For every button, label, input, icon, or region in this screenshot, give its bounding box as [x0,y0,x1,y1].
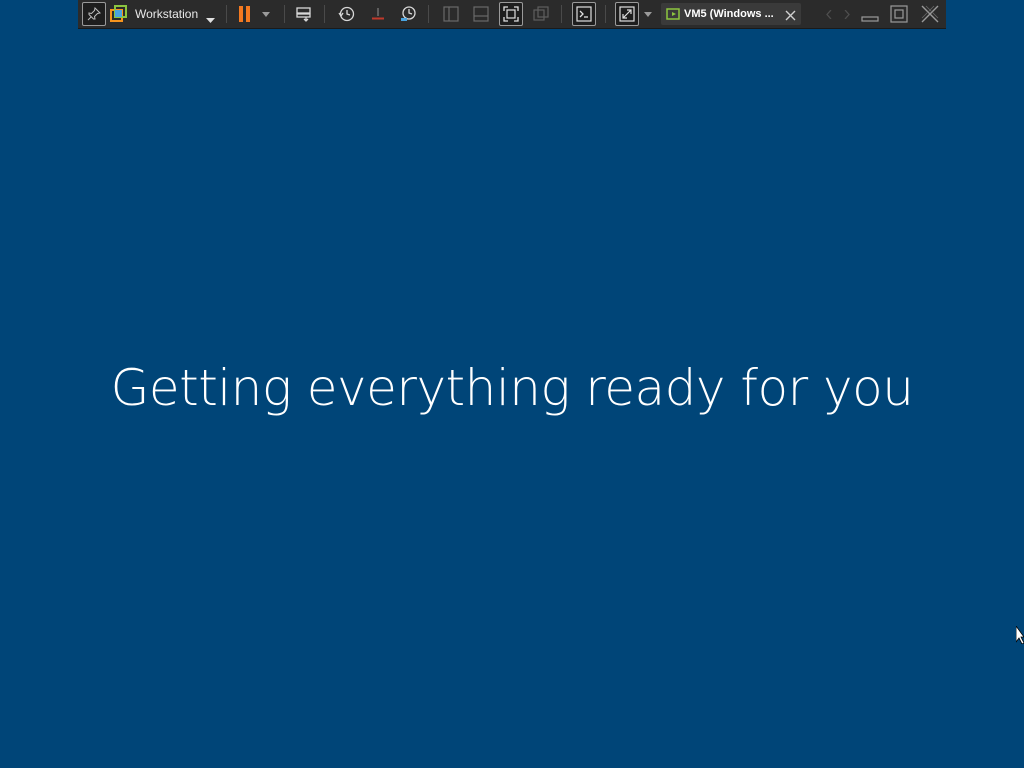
stretch-options-dropdown[interactable] [640,2,656,26]
stretch-guest-button[interactable] [615,2,639,26]
show-thumbnail-bar-icon [472,5,490,23]
send-ctrl-alt-del-icon [295,5,313,23]
unity-button[interactable] [529,2,553,26]
mouse-cursor [1015,624,1024,645]
toolbar-separator [226,5,227,23]
pin-toolbar-button[interactable] [82,2,106,26]
chevron-down-icon [206,11,215,29]
vm-guest-screen: Workstation VM5 (Windows ... Getting eve… [0,0,1024,768]
full-screen-icon [503,6,519,22]
vm-tab[interactable]: VM5 (Windows ... [661,3,801,25]
chevron-down-icon [644,11,652,17]
console-view-icon [576,6,592,22]
vmware-fullscreen-toolbar: Workstation VM5 (Windows ... [78,0,946,29]
snapshot-revert-icon [369,5,387,23]
toolbar-separator [605,5,606,23]
revert-snapshot-button[interactable] [366,2,390,26]
snapshot-manager-icon [399,5,417,23]
send-ctrl-alt-del-button[interactable] [292,2,316,26]
restore-icon [890,5,908,23]
previous-tab-icon [826,9,832,19]
vm-tab-label: VM5 (Windows ... [684,8,774,20]
close-window-button[interactable] [918,2,942,26]
workstation-label: Workstation [135,7,199,21]
close-tab-icon[interactable] [785,8,796,26]
toolbar-separator [428,5,429,23]
chevron-down-icon [262,11,270,17]
toolbar-separator [324,5,325,23]
show-library-icon [442,5,460,23]
full-screen-button[interactable] [499,2,523,26]
minimize-icon [861,5,879,23]
show-thumbnail-bar-button[interactable] [469,2,493,26]
setup-status-text: Getting everything ready for you [110,359,914,417]
snapshot-take-icon [338,5,356,23]
toolbar-separator [284,5,285,23]
vm-icon [666,7,681,26]
pause-button[interactable] [233,2,257,26]
workstation-logo-icon [110,5,128,28]
pin-icon [87,7,101,21]
take-snapshot-button[interactable] [335,2,359,26]
unity-icon [532,5,550,23]
toolbar-separator [561,5,562,23]
show-library-button[interactable] [439,2,463,26]
pause-icon [238,6,252,22]
next-tab-icon [844,9,850,19]
stretch-guest-icon [619,6,635,22]
previous-tab-button[interactable] [822,2,836,26]
close-window-icon [921,5,939,23]
minimize-button[interactable] [858,2,882,26]
next-tab-button[interactable] [840,2,854,26]
restore-button[interactable] [887,2,911,26]
snapshot-manager-button[interactable] [396,2,420,26]
console-view-button[interactable] [572,2,596,26]
workstation-menu-button[interactable]: Workstation [108,2,220,26]
power-options-dropdown[interactable] [258,2,274,26]
